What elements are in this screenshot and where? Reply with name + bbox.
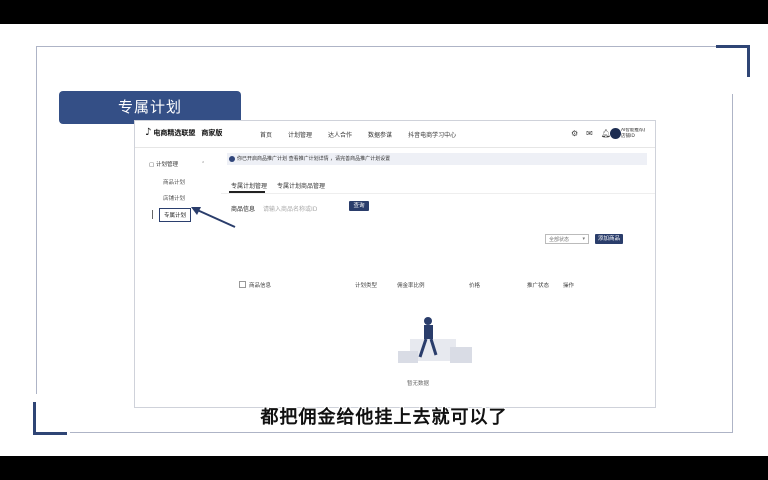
logo-edition: 商家版 xyxy=(201,129,223,137)
tab-divider xyxy=(221,193,655,194)
chevron-up-icon: ˆ xyxy=(201,162,205,168)
filter-label: 商品信息 xyxy=(231,206,256,213)
select-all-checkbox[interactable] xyxy=(239,281,246,288)
tab-exclusive-plan[interactable]: 专属计划管理 xyxy=(231,181,267,190)
video-subtitle: 都把佣金给他挂上去就可以了 xyxy=(260,407,508,428)
search-button[interactable]: 查询 xyxy=(349,201,369,211)
nav-home[interactable]: 首页 xyxy=(260,130,272,139)
empty-state-text: 暂无数据 xyxy=(407,381,430,387)
col-actions: 操作 xyxy=(563,283,575,289)
nav-learning-center[interactable]: 抖音电商学习中心 xyxy=(408,130,456,139)
tab-exclusive-product[interactable]: 专属计划商品管理 xyxy=(277,181,325,190)
app-logo[interactable]: ♪ 电商精选联盟 商家版 xyxy=(145,127,222,138)
info-icon xyxy=(229,156,235,162)
empty-state-illustration xyxy=(398,317,472,363)
notice-bar: 你已开启商品推广计划 查看推广计划详情 ，请完善商品推广计划设置 xyxy=(227,153,647,165)
corner-bottom-left-h xyxy=(33,432,67,435)
sidebar-section-plan[interactable]: ▢ 计划管理 ˆ xyxy=(149,160,204,168)
nav-plan-management[interactable]: 计划管理 xyxy=(288,130,312,139)
app-topbar: ♪ 电商精选联盟 商家版 首页 计划管理 达人合作 数据参谋 抖音电商学习中心 ⚙ … xyxy=(135,121,655,148)
sidebar-item-product-plan[interactable]: 商品计划 xyxy=(163,178,185,186)
notice-text: 你已开启商品推广计划 查看推广计划详情 ，请完善商品推广计划设置 xyxy=(237,156,391,162)
sidebar-item-shop-plan[interactable]: 店铺计划 xyxy=(163,194,185,202)
nav-data[interactable]: 数据参谋 xyxy=(368,130,392,139)
user-info[interactable]: AI智能推荐旗舰店 店铺ID xyxy=(621,128,645,140)
col-plan-type: 计划类型 xyxy=(355,283,378,289)
settings-icon[interactable]: ⚙ xyxy=(571,129,578,138)
corner-top-right-v xyxy=(747,45,750,77)
status-select-value: 全部状态 xyxy=(549,237,570,243)
search-input[interactable]: 请输入商品名称或ID xyxy=(263,204,343,213)
sidebar-active-marker xyxy=(152,210,153,219)
nav-creator-cooperation[interactable]: 达人合作 xyxy=(328,130,352,139)
sidebar: ▢ 计划管理 ˆ 商品计划 店铺计划 专属计划 xyxy=(135,148,219,407)
add-product-button[interactable]: 添加商品 xyxy=(595,234,623,244)
col-commission-rate: 佣金率比例 xyxy=(397,283,425,289)
user-sub: 店铺ID xyxy=(621,134,635,139)
chevron-down-icon: ▾ xyxy=(582,236,585,242)
frame-bottom-line xyxy=(70,432,733,433)
top-nav: 首页 计划管理 达人合作 数据参谋 抖音电商学习中心 xyxy=(260,130,456,139)
app-screenshot: ♪ 电商精选联盟 商家版 首页 计划管理 达人合作 数据参谋 抖音电商学习中心 ⚙ … xyxy=(134,120,656,408)
avatar[interactable] xyxy=(610,128,621,139)
plan-icon: ▢ xyxy=(149,162,155,168)
col-promo-status: 推广状态 xyxy=(527,283,550,289)
sidebar-section-label: 计划管理 xyxy=(155,162,178,168)
col-product-info: 商品信息 xyxy=(249,283,272,289)
tiktok-icon: ♪ xyxy=(145,127,152,138)
frame-left-line xyxy=(36,46,37,394)
corner-top-right-h xyxy=(716,45,750,48)
message-icon[interactable]: ✉ xyxy=(586,129,593,138)
col-price: 价格 xyxy=(469,283,481,289)
logo-name: 电商精选联盟 xyxy=(153,129,196,137)
status-select[interactable]: 全部状态 ▾ xyxy=(545,234,589,244)
frame-top-line xyxy=(36,46,716,47)
frame-right-line xyxy=(732,94,733,432)
top-icons: ⚙ ✉ 🔔︎ xyxy=(571,129,611,138)
